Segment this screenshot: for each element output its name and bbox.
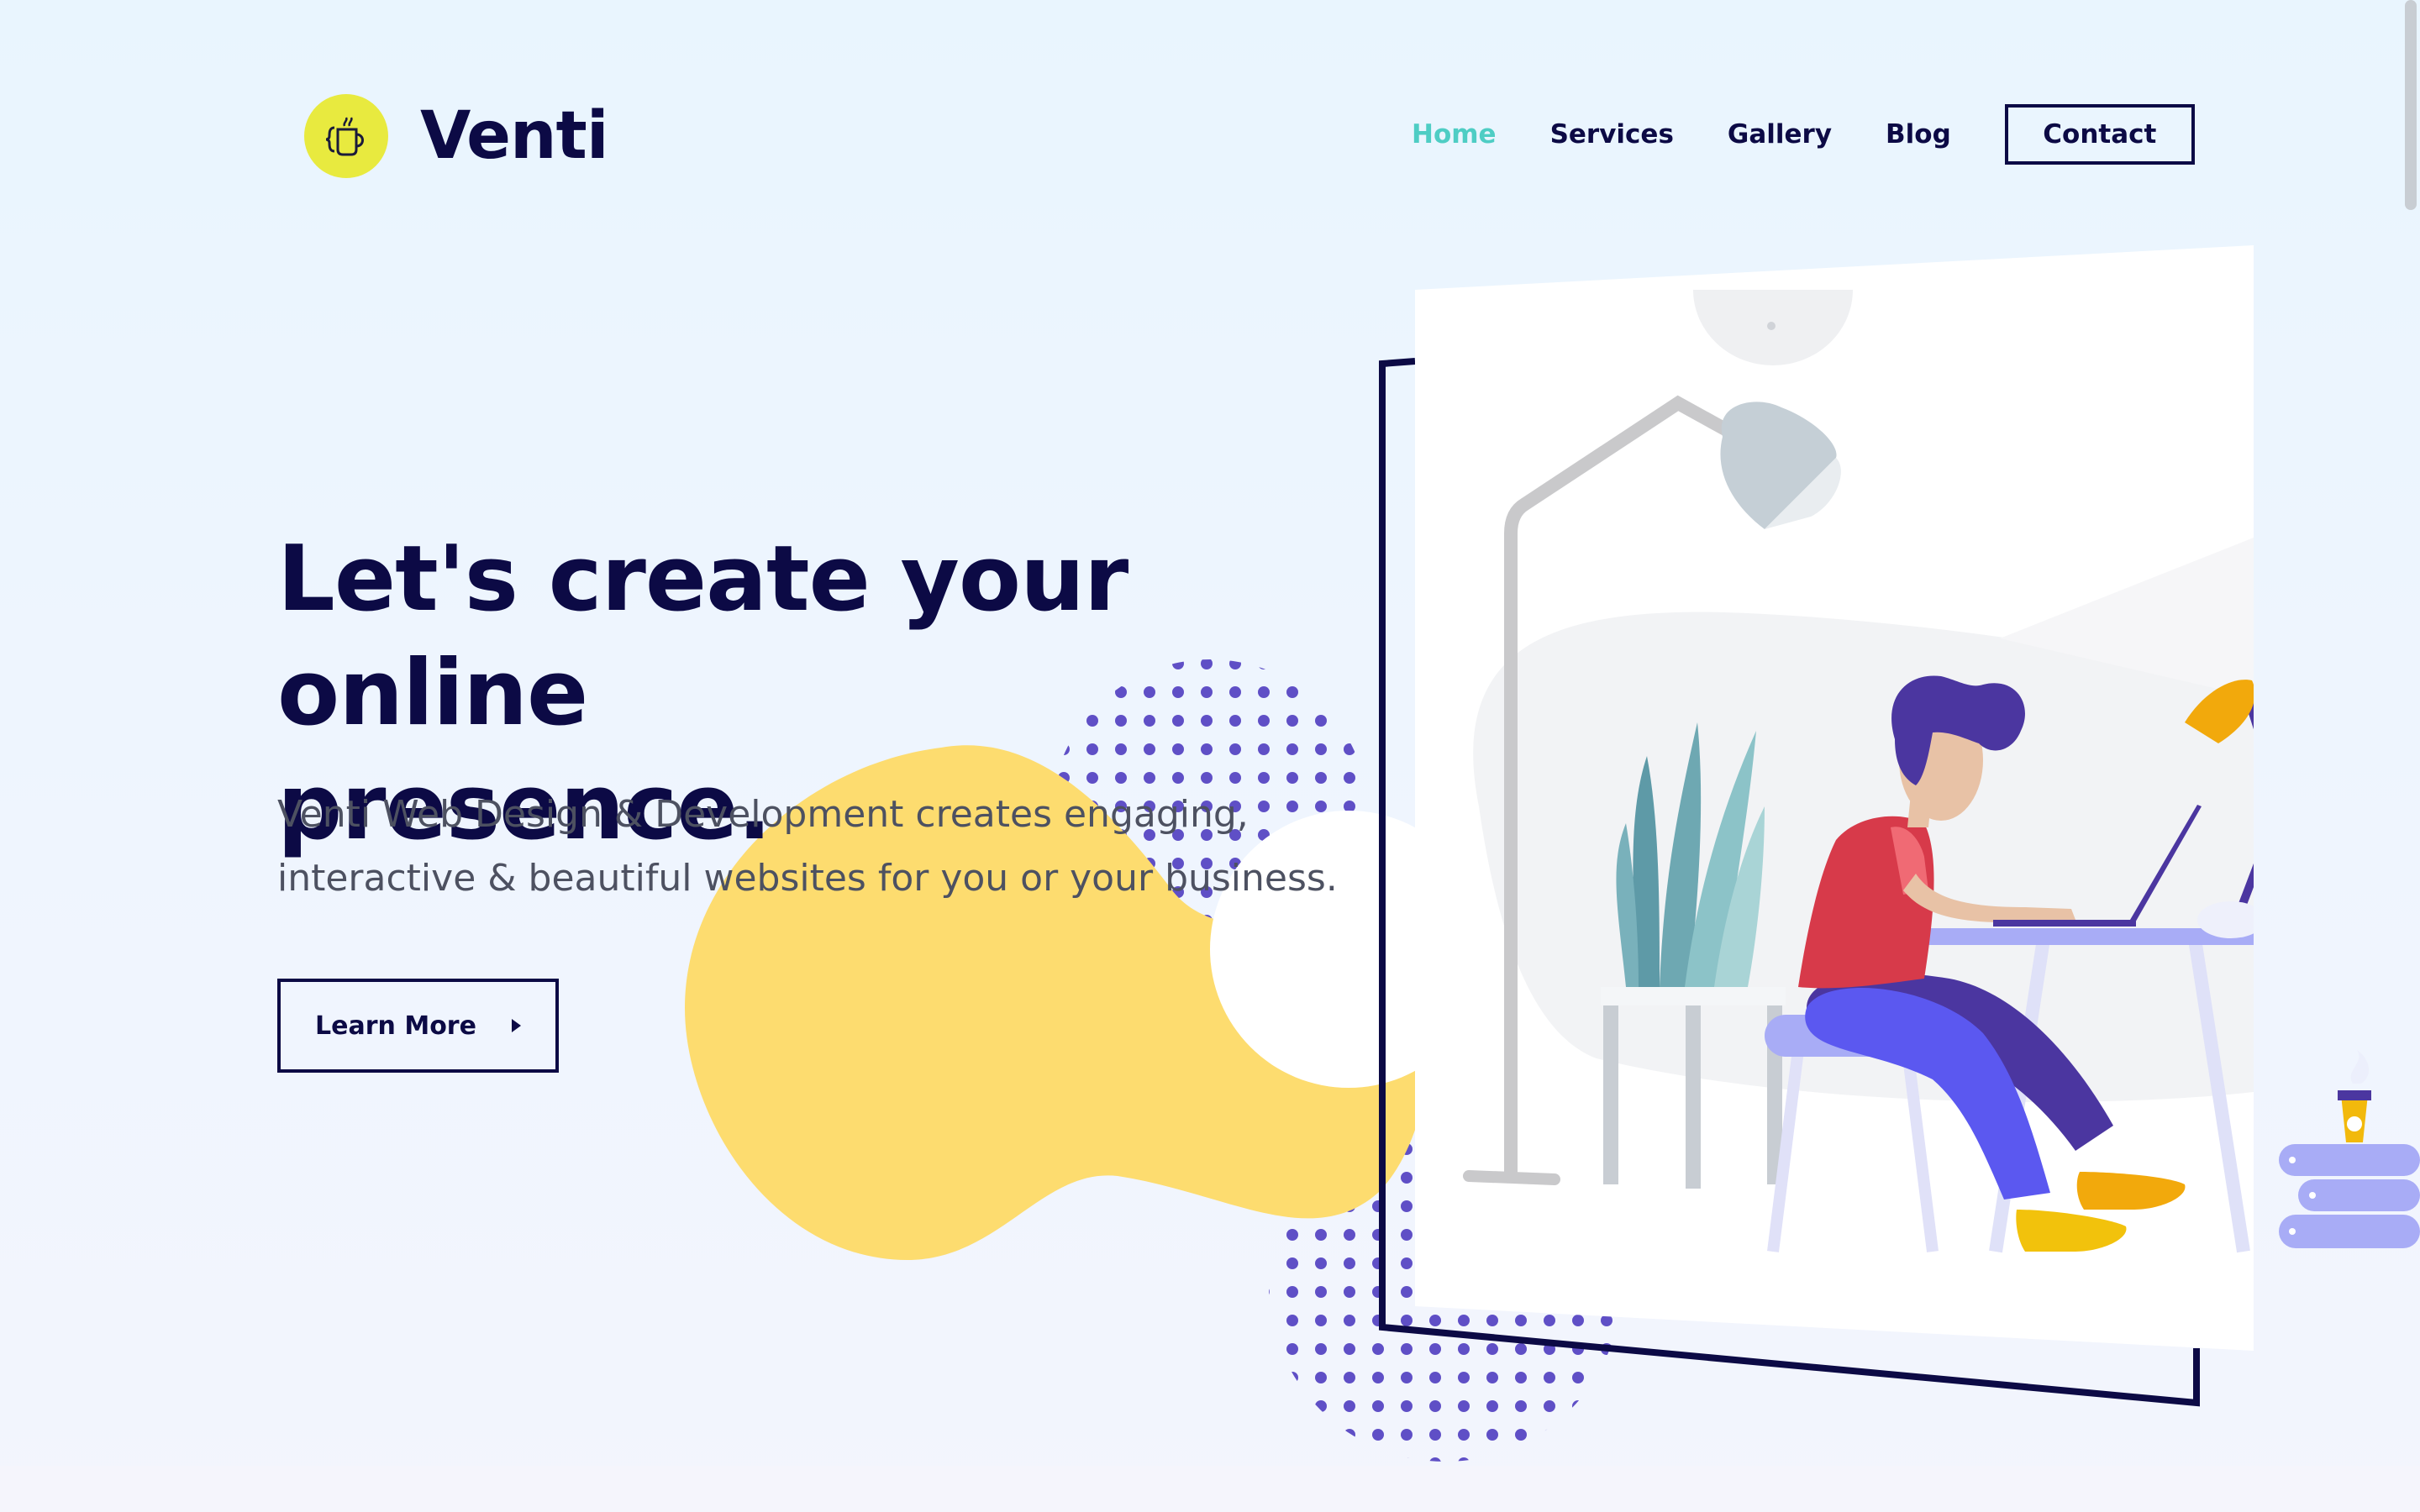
landing-page: Venti Home Services Gallery Blog Contact… xyxy=(0,0,2420,1512)
caret-right-icon xyxy=(511,1019,521,1032)
hero-subtitle: Venti Web Design & Development creates e… xyxy=(277,783,1395,911)
learn-more-label: Learn More xyxy=(315,1011,476,1041)
book xyxy=(2279,1215,2420,1248)
book xyxy=(2279,1144,2420,1176)
hero-subtitle-line-1: Venti Web Design & Development creates e… xyxy=(277,793,1249,836)
learn-more-button[interactable]: Learn More xyxy=(277,979,559,1073)
hero-subtitle-line-2: interactive & beautiful websites for you… xyxy=(277,857,1338,900)
hero-title-line-1: Let's create your online xyxy=(277,527,1128,746)
book xyxy=(2298,1179,2420,1211)
